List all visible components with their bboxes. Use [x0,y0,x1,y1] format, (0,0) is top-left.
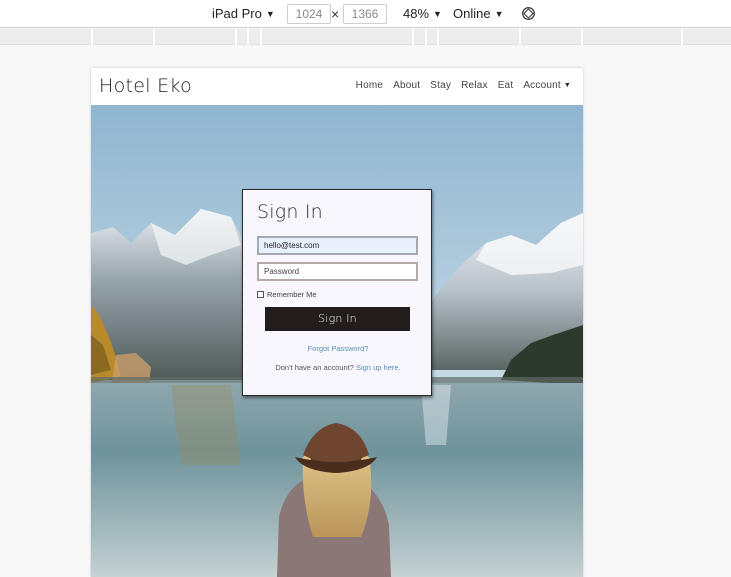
no-account-text: Don't have an account? [275,363,354,372]
nav-home[interactable]: Home [356,80,383,91]
device-viewport: Hotel Eko Home About Stay Relax Eat Acco… [91,68,583,577]
media-query-divider [437,29,439,45]
chevron-down-icon: ▼ [265,9,275,19]
forgot-password-link[interactable]: Forgot Password? [243,344,433,353]
throttle-select-label: Online [453,6,491,21]
media-query-divider [425,29,427,45]
nav-eat[interactable]: Eat [498,80,514,91]
media-query-divider [247,29,249,45]
media-query-divider [235,29,237,45]
sign-in-button[interactable]: Sign In [265,307,410,331]
sign-up-link[interactable]: Sign up here. [356,363,401,372]
remember-me-label[interactable]: Remember Me [267,290,317,299]
height-input[interactable]: 1366 [343,4,387,24]
nav-relax[interactable]: Relax [461,80,488,91]
sign-in-title: Sign In [257,201,323,223]
rotate-icon[interactable] [521,6,536,21]
zoom-select[interactable]: 48% ▼ [403,6,442,21]
nav-account-label: Account [523,80,561,91]
device-select[interactable]: iPad Pro ▼ [212,6,275,21]
chevron-down-icon: ▼ [494,9,504,19]
caret-down-icon: ▼ [563,82,571,89]
media-query-divider [519,29,521,45]
site-navbar: Hotel Eko Home About Stay Relax Eat Acco… [91,68,583,105]
nav-links: Home About Stay Relax Eat Account ▼ [356,80,571,91]
remember-me-checkbox[interactable] [257,291,264,298]
device-toolbar: iPad Pro ▼ 1024 × 1366 48% ▼ Online ▼ [0,0,731,28]
media-query-divider [412,29,414,45]
password-field[interactable]: Password [257,262,418,281]
media-query-divider [681,29,683,45]
media-query-divider [91,29,93,45]
width-input[interactable]: 1024 [287,4,331,24]
throttle-select[interactable]: Online ▼ [453,6,504,21]
nav-about[interactable]: About [393,80,420,91]
media-query-bar[interactable] [0,29,731,45]
zoom-select-label: 48% [403,6,430,21]
nav-stay[interactable]: Stay [430,80,451,91]
media-query-divider [581,29,583,45]
signup-row: Don't have an account? Sign up here. [243,363,433,372]
sign-in-card: Sign In hello@test.com Password Remember… [242,189,432,396]
hero-background: Sign In hello@test.com Password Remember… [91,105,583,577]
dimension-separator: × [331,6,340,22]
media-query-divider [153,29,155,45]
device-select-label: iPad Pro [212,6,262,21]
media-query-divider [260,29,262,45]
nav-account[interactable]: Account ▼ [523,80,571,91]
site-logo[interactable]: Hotel Eko [99,75,192,97]
chevron-down-icon: ▼ [433,9,442,19]
remember-me: Remember Me [257,290,317,299]
email-field[interactable]: hello@test.com [257,236,418,255]
